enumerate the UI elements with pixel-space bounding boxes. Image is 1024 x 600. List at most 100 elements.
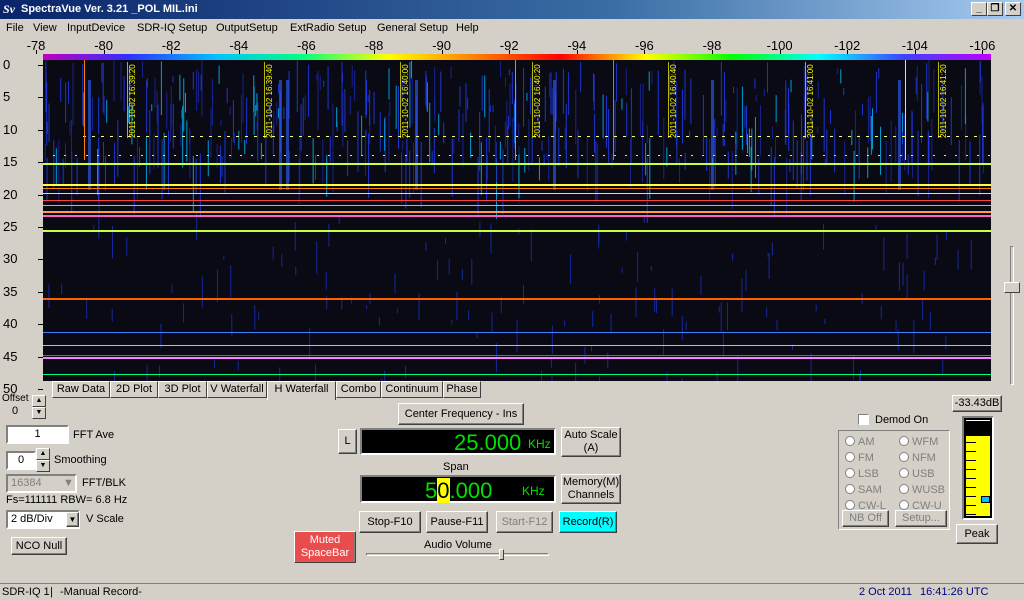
- mode-radio-usb[interactable]: USB: [899, 468, 935, 480]
- dot-mark: [526, 155, 528, 156]
- center-frequency-unit: KHz: [528, 437, 551, 451]
- meter-tick: [966, 496, 976, 497]
- l-button[interactable]: L: [338, 429, 357, 454]
- span-display[interactable]: 50.000 KHz: [360, 475, 556, 503]
- demod-setup-button[interactable]: Setup...: [895, 510, 947, 527]
- signal-streak: [426, 76, 428, 109]
- mode-radio-lsb[interactable]: LSB: [845, 468, 879, 480]
- tab-2d-plot[interactable]: 2D Plot: [110, 381, 158, 398]
- dot-mark: [218, 155, 220, 156]
- tab-continuum[interactable]: Continuum: [381, 381, 443, 398]
- dot-mark: [823, 155, 825, 156]
- menu-file[interactable]: File: [6, 22, 24, 34]
- signal-streak: [551, 375, 553, 381]
- signal-streak: [357, 111, 359, 172]
- signal-streak: [861, 104, 863, 116]
- vscale-dropdown-arrow[interactable]: ▼: [66, 512, 79, 527]
- signal-streak: [163, 132, 165, 190]
- dot-mark: [207, 155, 209, 156]
- nb-off-button[interactable]: NB Off: [842, 510, 889, 527]
- signal-streak: [923, 270, 925, 290]
- smoothing-input[interactable]: 0: [6, 451, 36, 470]
- mode-radio-am[interactable]: AM: [845, 436, 875, 448]
- dot-mark: [605, 136, 608, 137]
- dot-mark: [339, 155, 341, 156]
- mode-radio-wfm[interactable]: WFM: [899, 436, 938, 448]
- signal-streak: [425, 242, 427, 251]
- minimize-button[interactable]: _: [971, 2, 987, 16]
- signal-streak: [720, 61, 722, 116]
- record-button[interactable]: Record(R): [559, 511, 617, 533]
- signal-streak: [378, 317, 380, 326]
- fft-blk-dropdown-arrow[interactable]: ▼: [63, 477, 74, 489]
- menu-outputsetup[interactable]: OutputSetup: [216, 22, 278, 34]
- mode-radio-nfm[interactable]: NFM: [899, 452, 936, 464]
- dot-mark: [560, 136, 563, 137]
- menu-help[interactable]: Help: [456, 22, 479, 34]
- signal-streak: [844, 140, 846, 195]
- waterfall-contrast-slider[interactable]: [1004, 60, 1020, 385]
- mute-button[interactable]: Muted SpaceBar: [294, 531, 356, 563]
- pause-button[interactable]: Pause-F11: [426, 511, 488, 533]
- signal-streak: [253, 86, 255, 135]
- tab-raw-data[interactable]: Raw Data: [52, 381, 110, 398]
- title-bar[interactable]: Sv SpectraVue Ver. 3.21 _POL MIL.ini _ ❐…: [0, 0, 1024, 19]
- dot-mark: [647, 155, 649, 156]
- fft-ave-input[interactable]: 1: [6, 425, 69, 444]
- dot-mark: [497, 136, 500, 137]
- menu-general-setup[interactable]: General Setup: [377, 22, 448, 34]
- dot-mark: [380, 136, 383, 137]
- dot-mark: [427, 155, 429, 156]
- mode-radio-sam[interactable]: SAM: [845, 484, 882, 496]
- menu-sdr-iq-setup[interactable]: SDR-IQ Setup: [137, 22, 207, 34]
- waterfall-display[interactable]: 2011-10-02 16:39:20 2011-10-02 16:39:40 20…: [43, 54, 991, 381]
- signal-streak: [444, 238, 446, 244]
- freq-tick: [36, 50, 37, 54]
- smoothing-spinner[interactable]: ▲ ▼: [36, 448, 50, 472]
- dot-mark: [669, 155, 671, 156]
- center-frequency-display[interactable]: 25.000 KHz: [360, 428, 556, 455]
- tab-3d-plot[interactable]: 3D Plot: [158, 381, 207, 398]
- offset-spinner[interactable]: ▲ ▼: [32, 395, 46, 419]
- nco-null-button[interactable]: NCO Null: [11, 537, 67, 555]
- demod-on-checkbox[interactable]: [858, 414, 869, 425]
- audio-volume-thumb[interactable]: [499, 549, 504, 560]
- signal-streak: [921, 83, 923, 143]
- signal-streak: [344, 88, 346, 133]
- signal-streak: [411, 78, 413, 124]
- tab-h-waterfall[interactable]: H Waterfall: [267, 381, 336, 400]
- signal-streak: [154, 77, 156, 108]
- dot-mark: [884, 136, 887, 137]
- close-button[interactable]: ✕: [1005, 2, 1021, 16]
- start-button[interactable]: Start-F12: [496, 511, 553, 533]
- menu-extradio-setup[interactable]: ExtRadio Setup: [290, 22, 366, 34]
- dot-mark: [506, 136, 509, 137]
- stop-button[interactable]: Stop-F10: [359, 511, 421, 533]
- dot-mark: [185, 155, 187, 156]
- signal-streak: [929, 311, 931, 330]
- signal-streak: [639, 83, 641, 137]
- dot-mark: [504, 155, 506, 156]
- signal-streak: [851, 130, 853, 146]
- tab-combo[interactable]: Combo: [336, 381, 381, 398]
- slider-thumb[interactable]: [1004, 282, 1020, 293]
- menu-view[interactable]: View: [33, 22, 57, 34]
- signal-streak: [621, 267, 623, 273]
- dot-mark: [722, 136, 725, 137]
- center-frequency-button[interactable]: Center Frequency - Ins: [398, 403, 524, 425]
- signal-streak: [420, 141, 422, 208]
- menu-inputdevice[interactable]: InputDevice: [67, 22, 125, 34]
- mode-radio-wusb[interactable]: WUSB: [899, 484, 945, 496]
- tab-v-waterfall[interactable]: V Waterfall: [207, 381, 267, 398]
- peak-button[interactable]: Peak: [956, 524, 998, 544]
- signal-streak: [315, 154, 317, 180]
- signal-streak: [823, 98, 825, 152]
- mode-radio-fm[interactable]: FM: [845, 452, 874, 464]
- signal-streak: [232, 100, 234, 143]
- tab-phase[interactable]: Phase: [443, 381, 481, 398]
- dot-mark: [209, 136, 212, 137]
- auto-scale-button[interactable]: Auto Scale (A): [561, 427, 621, 457]
- memory-channels-button[interactable]: Memory(M) Channels: [561, 474, 621, 504]
- signal-streak: [201, 276, 203, 308]
- restore-button[interactable]: ❐: [987, 2, 1003, 16]
